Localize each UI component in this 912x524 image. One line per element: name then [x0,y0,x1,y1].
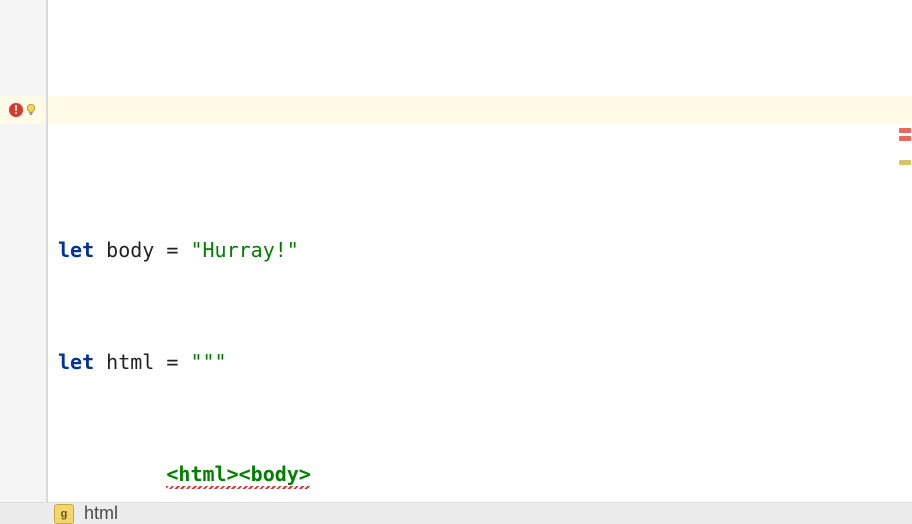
code-area[interactable]: let body = "Hurray!" let html = """ <htm… [48,0,912,502]
string-literal: """ [190,348,226,376]
operator-eq: = [166,236,190,264]
breadcrumb-glyph-icon: g [54,504,74,524]
gutter[interactable]: ! [0,0,48,502]
identifier: html [94,348,166,376]
keyword-let: let [58,348,94,376]
identifier: body [94,236,166,264]
breadcrumb-label[interactable]: html [84,503,118,524]
code-line: let body = "Hurray!" [58,236,912,264]
code-line [58,112,912,152]
code-line: let html = """ [58,348,912,376]
gutter-line-icons: ! [0,96,46,124]
operator-eq: = [166,348,190,376]
editor-area: ! let body = "Hurray!" let html = """ [0,0,912,502]
breadcrumb-bar[interactable]: g html [0,502,912,524]
lightbulb-icon[interactable] [24,103,38,117]
lightbulb-icon-svg [24,103,38,117]
editor-frame: ! let body = "Hurray!" let html = """ [0,0,912,524]
string-literal: "Hurray!" [190,236,298,264]
error-icon-glyph: ! [12,103,19,117]
keyword-let: let [58,236,94,264]
error-icon[interactable]: ! [8,102,24,118]
code-line: <html><body> [58,460,912,488]
string-injected-html: <html><body> [166,460,311,488]
